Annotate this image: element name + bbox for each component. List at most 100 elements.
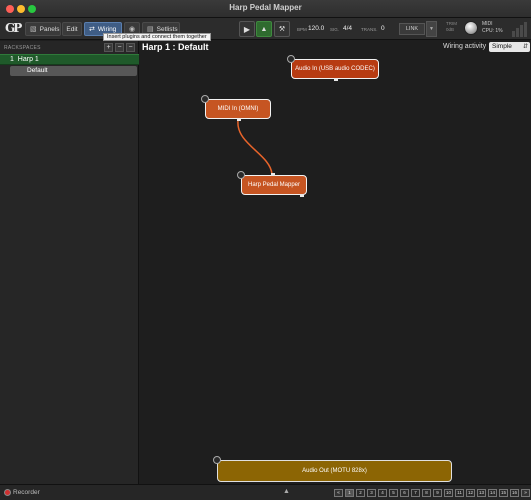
tab-panels-label: Panels — [39, 25, 60, 33]
pin-icon[interactable] — [213, 456, 221, 464]
variation-item[interactable]: Default — [10, 66, 137, 76]
trans-value[interactable]: 0 — [381, 25, 385, 32]
rackspace-page-button[interactable]: 15 — [499, 489, 508, 497]
rackspace-page-button[interactable]: 11 — [455, 489, 464, 497]
rackspace-page-button[interactable]: 4 — [378, 489, 387, 497]
node-label: Audio Out (MOTU 828x) — [302, 468, 367, 474]
tab-edit-label: Edit — [66, 25, 78, 33]
recorder-button[interactable] — [4, 489, 11, 496]
pin-icon[interactable] — [201, 95, 209, 103]
wire-layer — [237, 120, 273, 175]
trans-label: TRANS. — [361, 27, 378, 32]
wiring-icon: ⇄ — [89, 26, 95, 33]
recorder-label: Recorder — [13, 489, 40, 496]
output-port[interactable] — [300, 194, 304, 197]
title-bar: Harp Pedal Mapper — [0, 0, 531, 18]
link-button[interactable]: LINK — [399, 23, 425, 35]
plugin-block-harp-pedal-mapper[interactable]: Harp Pedal Mapper — [237, 171, 307, 197]
wiring-activity-label: Wiring activity — [443, 43, 487, 50]
meter-bar — [516, 28, 519, 37]
toolbar: GP ▧ Panels Edit ⇄ Wiring ◉ ▤ Setlists ▶… — [0, 18, 531, 40]
tab-panels[interactable]: ▧ Panels — [25, 22, 61, 36]
wiring-header: Harp 1 : Default Wiring activity Simple … — [140, 41, 531, 53]
pin-icon[interactable] — [287, 55, 295, 63]
midi-label: MIDI — [482, 21, 493, 27]
show-panel-arrow-icon[interactable]: ▲ — [283, 488, 290, 495]
rackspace-page-button[interactable]: 9 — [433, 489, 442, 497]
tab-wiring-label: Wiring — [97, 25, 117, 33]
plugin-block-midi-in[interactable]: MIDI In (OMNI) — [201, 95, 271, 121]
plugin-block-audio-in[interactable]: Audio In (USB audio CODEC) — [287, 55, 379, 81]
page-title: Harp 1 : Default — [142, 42, 209, 52]
tab-edit[interactable]: Edit — [62, 22, 82, 36]
rackspace-page-button[interactable]: 14 — [488, 489, 497, 497]
trim-knob[interactable] — [464, 21, 478, 35]
meter-bar — [524, 22, 527, 37]
record-icon: ▲ — [260, 25, 268, 33]
tools-button[interactable]: ⚒ — [274, 21, 290, 37]
rackspace-page-button[interactable]: 8 — [422, 489, 431, 497]
rackspace-page-button[interactable]: 16 — [510, 489, 519, 497]
rackspace-page-button[interactable]: 13 — [477, 489, 486, 497]
gigperformer-logo: GP — [5, 21, 22, 35]
trim-value: 0dB — [446, 27, 455, 32]
node-label: Harp Pedal Mapper — [247, 182, 301, 188]
add-rackspace-button[interactable]: + — [104, 43, 113, 52]
rackspace-page-button[interactable]: 2 — [356, 489, 365, 497]
remove-variation-button[interactable]: − — [126, 43, 135, 52]
rackspace-page-button[interactable]: 5 — [389, 489, 398, 497]
bpm-value[interactable]: 120.0 — [308, 25, 324, 32]
prev-rackspace-button[interactable]: « — [334, 489, 343, 497]
chevron-updown-icon: ⇵ — [522, 44, 528, 50]
rackspace-number: 1 — [10, 56, 14, 63]
sig-label: SIG. — [330, 27, 340, 32]
panels-icon: ▧ — [30, 26, 37, 33]
pin-icon[interactable] — [237, 171, 245, 179]
rackspaces-label: RACKSPACES — [4, 45, 41, 51]
rackspace-name: Harp 1 — [17, 56, 39, 63]
rackspaces-sidebar: RACKSPACES + − − 1 Harp 1 Default — [0, 41, 139, 484]
wiring-activity-select[interactable]: Simple ⇵ — [489, 42, 530, 52]
rackspace-page-button[interactable]: 3 — [367, 489, 376, 497]
rackspace-page-button[interactable]: 7 — [411, 489, 420, 497]
meter-bar — [512, 31, 515, 37]
wiring-canvas[interactable]: Audio In (USB audio CODEC) MIDI In (OMNI… — [140, 54, 531, 484]
cpu-label: CPU: — [482, 28, 494, 34]
link-dropdown-button[interactable]: ▼ — [426, 21, 437, 37]
trim-readout: TRIM 0dB — [446, 21, 457, 33]
rackspace-page-button[interactable]: 1 — [345, 489, 354, 497]
rackspaces-header: RACKSPACES + − − — [0, 41, 139, 54]
setlists-icon: ▤ — [147, 26, 154, 33]
remove-rackspace-button[interactable]: − — [115, 43, 124, 52]
node-label: Audio In (USB audio CODEC) — [295, 66, 375, 72]
cpu-readout: CPU: 1% — [482, 28, 503, 35]
midi-wire[interactable] — [237, 120, 273, 175]
node-label: MIDI In (OMNI) — [217, 106, 259, 112]
bpm-label: BPM — [297, 27, 307, 32]
cpu-value: 1% — [495, 28, 503, 34]
midi-cpu-readout: MIDI CPU: 1% — [482, 21, 503, 35]
play-button[interactable]: ▶ — [239, 21, 255, 37]
wiring-activity-value: Simple — [492, 43, 512, 50]
level-meter — [512, 21, 528, 37]
rackspace-page-button[interactable]: 6 — [400, 489, 409, 497]
app-window: Harp Pedal Mapper GP ▧ Panels Edit ⇄ Wir… — [0, 0, 531, 500]
tab-setlists-label: Setlists — [156, 25, 178, 33]
input-port[interactable] — [271, 173, 275, 176]
rackspace-page-button[interactable]: 10 — [444, 489, 453, 497]
sig-value[interactable]: 4/4 — [343, 25, 352, 32]
play-icon: ▶ — [243, 24, 251, 34]
meter-bar — [520, 25, 523, 37]
globe-icon: ◉ — [128, 26, 136, 33]
output-port[interactable] — [334, 78, 338, 81]
next-rackspace-button[interactable]: » — [521, 489, 530, 497]
chevron-down-icon: ▼ — [429, 26, 434, 32]
bottom-bar: Recorder ▲ «1 2 3 4 5 6 7 8 9 10 11 12 13 14 15 16» — [0, 484, 531, 500]
output-port[interactable] — [237, 118, 241, 121]
rackspace-page-button[interactable]: 12 — [466, 489, 475, 497]
wiring-tooltip: Insert plugins and connect them together — [103, 33, 211, 41]
rackspace-item[interactable]: 1 Harp 1 — [0, 54, 139, 65]
plugin-block-audio-out[interactable]: Audio Out (MOTU 828x) — [213, 456, 452, 482]
wrench-icon: ⚒ — [278, 26, 286, 33]
record-button[interactable]: ▲ — [256, 21, 272, 37]
